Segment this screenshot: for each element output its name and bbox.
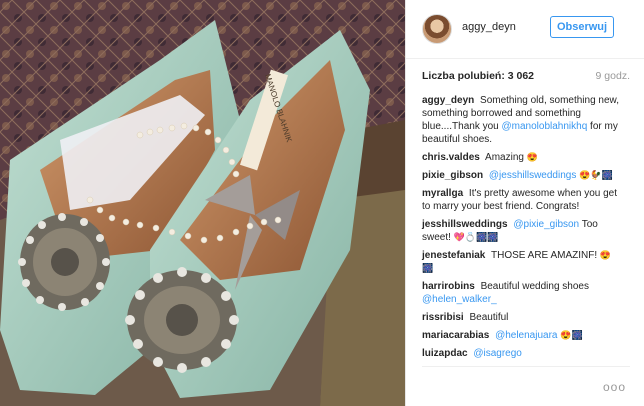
comment-user[interactable]: harrirobins <box>422 281 475 292</box>
comment-text: Beautiful <box>469 312 509 323</box>
comment-user[interactable]: luizapdac <box>422 348 468 359</box>
mention-link[interactable]: @helen_walker_ <box>422 294 497 305</box>
comment-user[interactable]: jenestefaniak <box>422 250 485 261</box>
comment-user[interactable]: aggy_deyn <box>422 95 474 106</box>
emoji: 😍 <box>526 152 538 162</box>
comment: chris.valdes Amazing 😍 <box>422 151 622 164</box>
mention-link[interactable]: @isagrego <box>473 348 522 359</box>
mention-link[interactable]: @helenajuara <box>495 330 557 341</box>
instagram-post: MANOLO BLAHNIK aggy_deyn Obserwuj Liczba… <box>0 0 644 406</box>
username-link[interactable]: aggy_deyn <box>462 21 516 33</box>
comment-user[interactable]: pixie_gibson <box>422 170 483 181</box>
comment-text: THOSE ARE AMAZINF! <box>490 250 598 261</box>
mention-link[interactable]: @pixie_gibson <box>513 219 579 230</box>
comments-list: aggy_deyn Something old, something new, … <box>422 94 622 365</box>
follow-button[interactable]: Obserwuj <box>550 16 614 38</box>
comment: jesshillsweddings @pixie_gibson Too swee… <box>422 218 622 244</box>
mention-link[interactable]: @jesshillsweddings <box>489 170 576 181</box>
likes-count[interactable]: Liczba polubień: 3 062 <box>422 70 534 82</box>
comment-text: Beautiful wedding shoes <box>480 281 589 292</box>
comment: myrallga It's pretty awesome when you ge… <box>422 187 622 213</box>
comment-user[interactable]: chris.valdes <box>422 152 480 163</box>
divider <box>422 366 630 367</box>
mention-link[interactable]: @manoloblahnikhq <box>502 121 588 132</box>
emoji: 💖💍🎆🎆 <box>453 232 499 242</box>
comment: luizapdac @isagrego <box>422 347 622 360</box>
shoes-image: MANOLO BLAHNIK <box>0 0 405 406</box>
post-time[interactable]: 9 godz. <box>596 70 630 82</box>
post-photo: MANOLO BLAHNIK <box>0 0 405 406</box>
avatar[interactable] <box>422 14 452 44</box>
post-sidebar: aggy_deyn Obserwuj Liczba polubień: 3 06… <box>405 0 644 406</box>
comment-text: Amazing <box>485 152 524 163</box>
likes-row: Liczba polubień: 3 062 9 godz. <box>422 70 630 82</box>
comment: jenestefaniak THOSE ARE AMAZINF! 😍🎆 <box>422 249 622 275</box>
post-header: aggy_deyn Obserwuj <box>406 0 644 59</box>
comment: rissribisi Beautiful <box>422 311 622 324</box>
caption: aggy_deyn Something old, something new, … <box>422 94 622 146</box>
comment-user[interactable]: jesshillsweddings <box>422 219 508 230</box>
comment: pixie_gibson @jesshillsweddings 😍🐓🎆 <box>422 169 622 182</box>
emoji: 😍🐓🎆 <box>579 170 613 180</box>
comment-user[interactable]: rissribisi <box>422 312 464 323</box>
ellipsis-icon[interactable]: ooo <box>603 380 626 394</box>
comment: harrirobins Beautiful wedding shoes @hel… <box>422 280 622 306</box>
emoji: 😍🎆 <box>560 330 583 340</box>
comment-user[interactable]: myrallga <box>422 188 463 199</box>
comment: mariacarabias @helenajuara 😍🎆 <box>422 329 622 342</box>
comment-user[interactable]: mariacarabias <box>422 330 489 341</box>
